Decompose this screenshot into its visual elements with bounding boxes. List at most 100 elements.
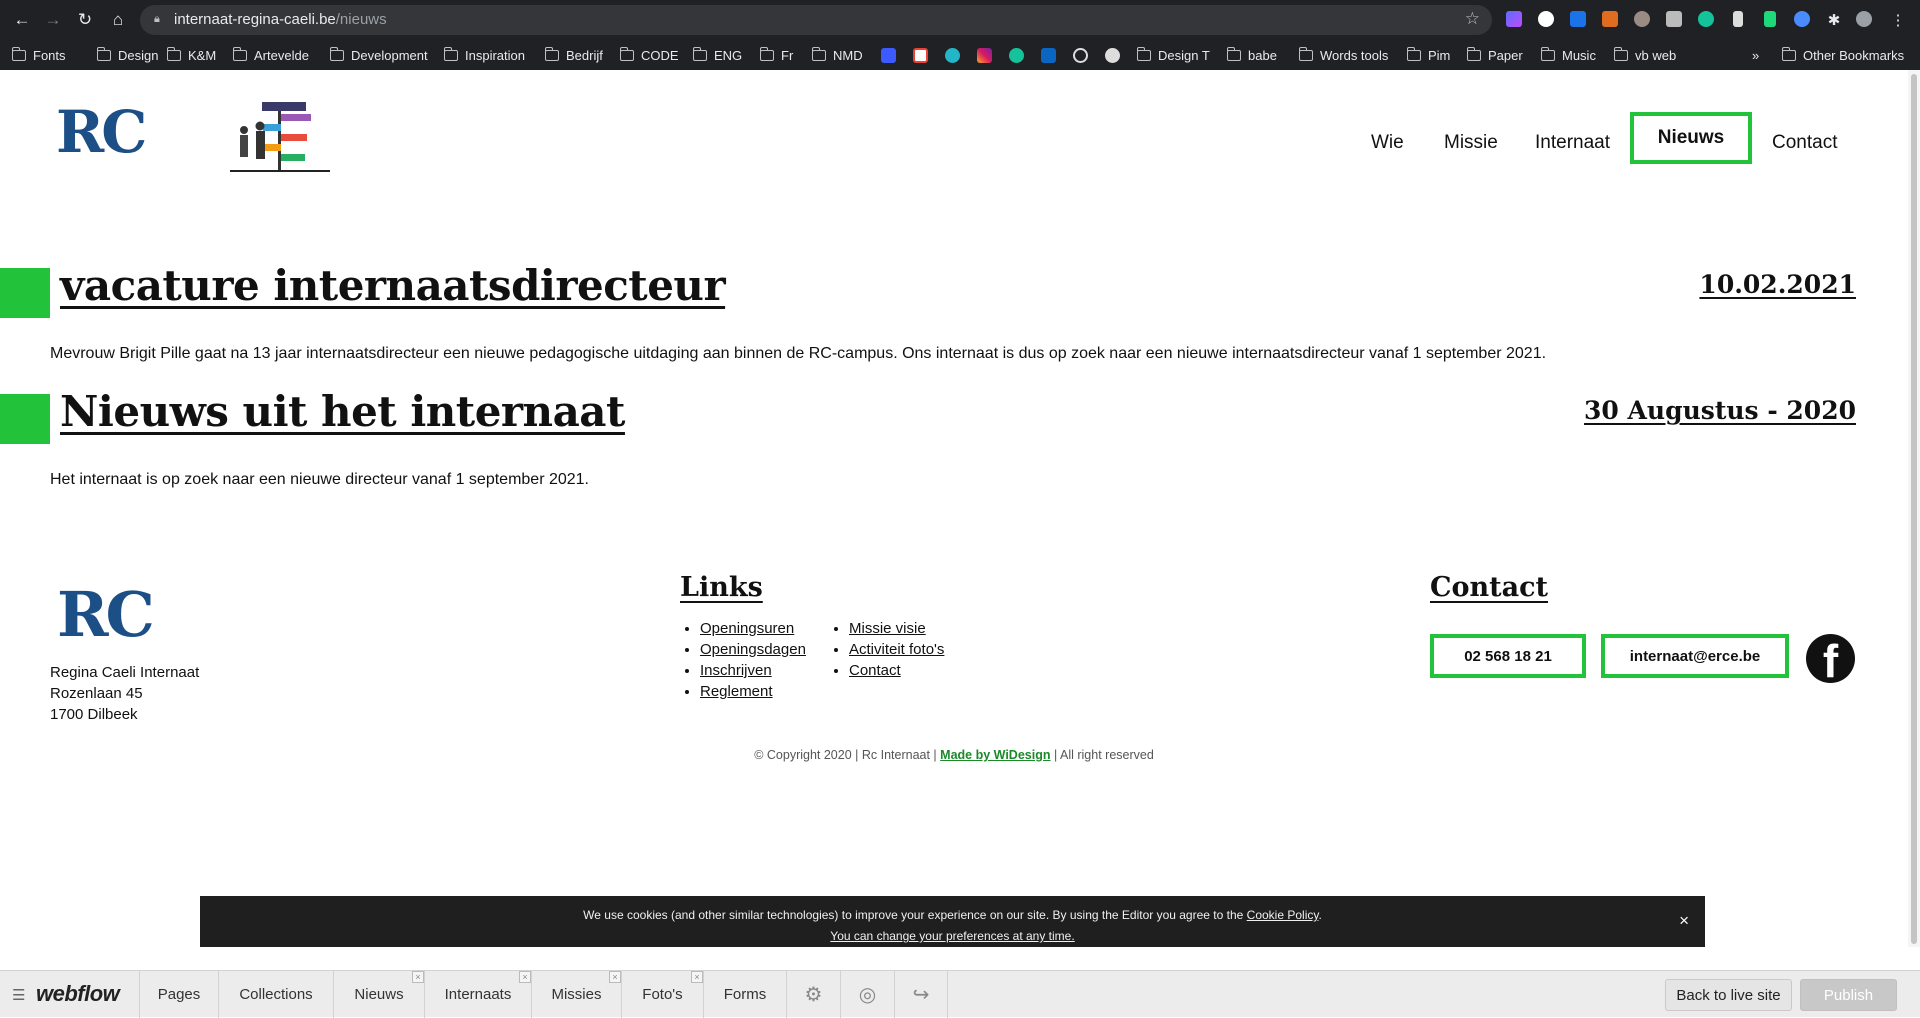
close-icon[interactable]: ×	[412, 971, 424, 983]
scrollbar[interactable]	[1908, 70, 1920, 947]
close-icon[interactable]: ×	[691, 971, 703, 983]
menu-dots-icon[interactable]: ⋮	[1886, 9, 1910, 31]
copyright: © Copyright 2020 | Rc Internaat | Made b…	[0, 748, 1908, 762]
close-icon[interactable]: ×	[609, 971, 621, 983]
bookmark-folder[interactable]: babe	[1226, 46, 1277, 64]
bookmark-folder[interactable]: Design T	[1136, 46, 1210, 64]
footer-link[interactable]: Missie visie	[849, 620, 926, 637]
bookmark-folder[interactable]: Development	[329, 46, 428, 64]
nav-link-missie[interactable]: Missie	[1444, 132, 1498, 154]
site-logo[interactable]: RC	[56, 98, 147, 166]
tab-internaats[interactable]: Internaats ×	[424, 971, 531, 1018]
tab-pages[interactable]: Pages	[139, 971, 218, 1018]
bookmark-folder[interactable]: Bedrijf	[544, 46, 603, 64]
folder-icon	[166, 46, 181, 61]
footer-link[interactable]: Reglement	[700, 683, 773, 700]
url-text[interactable]: internaat-regina-caeli.be/nieuws	[174, 11, 387, 28]
bookmark-folder[interactable]: Artevelde	[232, 46, 309, 64]
logout-icon[interactable]: ↪	[894, 971, 948, 1018]
nav-link-nieuws[interactable]: Nieuws	[1630, 112, 1752, 164]
bookmark-folder[interactable]: Design	[96, 46, 158, 64]
extension-icon[interactable]	[1570, 11, 1586, 27]
omnibox[interactable]: 🔒︎ internaat-regina-caeli.be/nieuws ☆	[140, 5, 1492, 35]
close-icon[interactable]: ×	[519, 971, 531, 983]
close-icon[interactable]: ×	[1679, 910, 1689, 931]
reload-icon[interactable]: ↻	[73, 9, 97, 31]
more-bookmarks-chevron-icon[interactable]: »	[1752, 46, 1759, 64]
footer-link[interactable]: Inschrijven	[700, 662, 772, 679]
phone-button[interactable]: 02 568 18 21	[1430, 634, 1586, 678]
instagram-icon[interactable]	[977, 48, 992, 63]
bookmark-label: Paper	[1488, 47, 1523, 63]
bookmark-folder[interactable]: Paper	[1466, 46, 1523, 64]
home-icon[interactable]: ⌂	[106, 9, 130, 31]
footer-link[interactable]: Openingsdagen	[700, 641, 806, 658]
cookie-preferences-link[interactable]: You can change your preferences at any t…	[830, 929, 1074, 943]
bookmark-star-icon[interactable]: ☆	[1465, 9, 1480, 29]
bookmark-folder[interactable]: Pim	[1406, 46, 1450, 64]
post-body: Mevrouw Brigit Pille gaat na 13 jaar int…	[50, 345, 1547, 362]
bookmark-folder[interactable]: vb web	[1613, 46, 1676, 64]
bookmark-folder[interactable]: K&M	[166, 46, 216, 64]
tab-missies[interactable]: Missies ×	[531, 971, 621, 1018]
tab-collections[interactable]: Collections	[218, 971, 333, 1018]
bookmark-folder[interactable]: Music	[1540, 46, 1596, 64]
bookmark-folder[interactable]: Words tools	[1298, 46, 1388, 64]
bookmark-folder[interactable]: Fr	[759, 46, 793, 64]
made-by-link[interactable]: Made by WiDesign	[940, 748, 1050, 762]
bookmark-label: NMD	[833, 47, 863, 63]
footer-link[interactable]: Openingsuren	[700, 620, 794, 637]
extension-icon[interactable]	[1634, 11, 1650, 27]
back-arrow-icon[interactable]: ←	[10, 9, 34, 31]
extension-icon[interactable]	[1666, 11, 1682, 27]
extension-icon[interactable]	[1764, 11, 1776, 27]
bookmark-folder[interactable]: Inspiration	[443, 46, 525, 64]
publish-button[interactable]: Publish	[1800, 979, 1897, 1011]
extension-icon[interactable]	[1538, 11, 1554, 27]
footer-logo[interactable]: RC	[57, 578, 155, 651]
link-icon[interactable]	[1794, 11, 1810, 27]
email-button[interactable]: internaat@erce.be	[1601, 634, 1789, 678]
footer-link[interactable]: Contact	[849, 662, 901, 679]
help-icon[interactable]: ◎	[840, 971, 894, 1018]
bookmark-folder[interactable]: ENG	[692, 46, 742, 64]
extension-icon[interactable]	[1506, 11, 1522, 27]
cookie-policy-link[interactable]: Cookie Policy	[1247, 908, 1319, 922]
signpost-illustration	[230, 102, 330, 172]
other-bookmarks[interactable]: Other Bookmarks	[1781, 46, 1904, 64]
tab-nieuws[interactable]: Nieuws ×	[333, 971, 424, 1018]
post-marker	[0, 394, 50, 444]
profile-avatar[interactable]	[1856, 11, 1872, 27]
forward-arrow-icon[interactable]: →	[41, 9, 65, 31]
grammarly-icon[interactable]	[1009, 48, 1024, 63]
grammarly-icon[interactable]	[1698, 11, 1714, 27]
scrollbar-thumb[interactable]	[1911, 74, 1917, 944]
nav-link-internaat[interactable]: Internaat	[1535, 132, 1610, 154]
tab-forms[interactable]: Forms	[703, 971, 786, 1018]
linkedin-icon[interactable]	[1041, 48, 1056, 63]
gear-icon[interactable]: ⚙	[786, 971, 840, 1018]
bookmark-label: Inspiration	[465, 47, 525, 63]
more-label: »	[1752, 47, 1760, 63]
post-title[interactable]: vacature internaatsdirecteur	[60, 261, 726, 310]
bookmark-folder[interactable]: CODE	[619, 46, 679, 64]
post-title[interactable]: Nieuws uit het internaat	[60, 387, 625, 436]
hamburger-icon[interactable]: ☰	[12, 986, 25, 1004]
bookmark-favicon[interactable]	[945, 48, 960, 63]
bookmark-folder[interactable]: Fonts	[11, 46, 66, 64]
extension-icon[interactable]	[1602, 11, 1618, 27]
gmail-icon[interactable]	[913, 48, 928, 63]
tab-fotos[interactable]: Foto's ×	[621, 971, 703, 1018]
link-icon[interactable]	[1073, 48, 1088, 63]
bookmark-folder[interactable]: NMD	[811, 46, 863, 64]
nav-link-contact[interactable]: Contact	[1772, 132, 1837, 154]
url-path: /nieuws	[335, 11, 387, 28]
puzzle-icon[interactable]: ✱	[1822, 9, 1846, 31]
bookmark-favicon[interactable]	[881, 48, 896, 63]
footer-link[interactable]: Activiteit foto's	[849, 641, 944, 658]
facebook-icon[interactable]: f	[1806, 634, 1855, 683]
extension-icon[interactable]	[1733, 11, 1743, 27]
nav-link-wie[interactable]: Wie	[1371, 132, 1404, 154]
back-to-live-site-button[interactable]: Back to live site	[1665, 979, 1792, 1011]
globe-icon[interactable]	[1105, 48, 1120, 63]
